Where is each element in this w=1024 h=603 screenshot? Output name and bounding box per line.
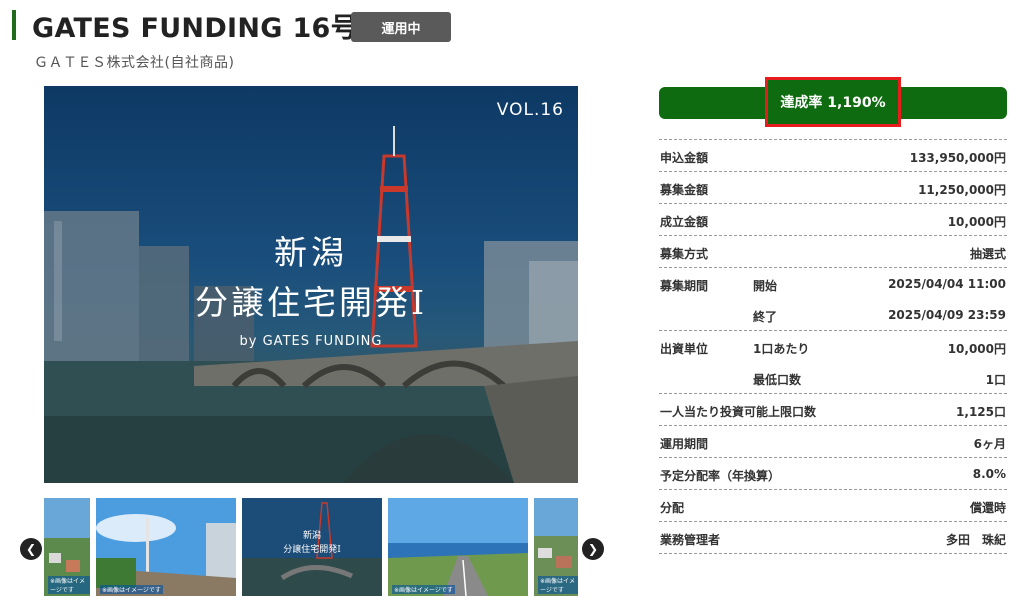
status-badge: 運用中 <box>351 12 451 42</box>
chevron-left-icon[interactable]: ❮ <box>20 538 42 560</box>
detail-row-minimum-units: 最低口数 1口 <box>753 373 1006 387</box>
detail-row-expected-yield: 予定分配率（年換算） 8.0% <box>659 457 1007 489</box>
thumbnail-2-image <box>96 498 236 596</box>
thumbnail-4[interactable]: ※画像はイメージです <box>388 498 528 596</box>
thumbnail-1[interactable]: ※画像はイメージです <box>44 498 90 596</box>
detail-row-established-amount: 成立金額 10,000円 <box>659 203 1007 235</box>
main-image: VOL.16 新潟 分譲住宅開発Ⅰ by GATES FUNDING <box>44 86 578 483</box>
chevron-right-icon[interactable]: ❯ <box>582 538 604 560</box>
detail-row-recruitment-amount: 募集金額 11,250,000円 <box>659 171 1007 203</box>
detail-row-period-start: 募集期間 開始 2025/04/04 11:00 <box>659 267 1007 299</box>
thumbnail-3[interactable]: 新潟 分譲住宅開発Ⅰ <box>242 498 382 596</box>
volume-label: VOL.16 <box>496 100 564 120</box>
achievement-highlight: 達成率 1,190% <box>765 77 901 127</box>
thumbnail-strip: ※画像はイメージです ※画像はイメージです 新潟 分譲住宅開発Ⅰ ※画像はイメー… <box>44 498 578 596</box>
page-title: GATES FUNDING 16号 <box>32 13 358 44</box>
hero-title-line1: 新潟 <box>274 233 348 272</box>
detail-row-operation-period: 運用期間 6ヶ月 <box>659 425 1007 457</box>
company-name: ＧＡＴＥＳ株式会社(自社商品) <box>34 55 235 71</box>
detail-row-max-units-per-person: 一人当たり投資可能上限口数 1,125口 <box>659 393 1007 425</box>
detail-row-application-amount: 申込金額 133,950,000円 <box>659 139 1007 171</box>
thumbnail-3-line1: 新潟 <box>302 531 321 541</box>
title-accent-bar <box>12 10 16 40</box>
hero-byline: by GATES FUNDING <box>239 334 383 349</box>
detail-row-distribution: 分配 償還時 <box>659 489 1007 521</box>
fund-details-table: 申込金額 133,950,000円 募集金額 11,250,000円 成立金額 … <box>659 139 1007 554</box>
thumbnail-5-tag: ※画像はイメージです <box>538 576 578 594</box>
thumbnail-3-line2: 分譲住宅開発Ⅰ <box>283 545 341 555</box>
thumbnail-1-tag: ※画像はイメージです <box>48 576 90 594</box>
thumbnail-2-tag: ※画像はイメージです <box>100 585 163 594</box>
thumbnail-4-image <box>388 498 528 596</box>
thumbnail-4-tag: ※画像はイメージです <box>392 585 455 594</box>
detail-row-recruitment-method: 募集方式 抽選式 <box>659 235 1007 267</box>
thumbnail-5[interactable]: ※画像はイメージです <box>534 498 578 596</box>
thumbnail-2[interactable]: ※画像はイメージです <box>96 498 236 596</box>
detail-row-period-end: 終了 2025/04/09 23:59 <box>753 308 1006 324</box>
detail-row-manager: 業務管理者 多田 珠紀 <box>659 521 1007 554</box>
detail-row-unit-price: 出資単位 1口あたり 10,000円 <box>659 330 1007 362</box>
hero-title-line2: 分譲住宅開発Ⅰ <box>194 283 428 322</box>
achievement-rate: 達成率 1,190% <box>780 95 886 111</box>
